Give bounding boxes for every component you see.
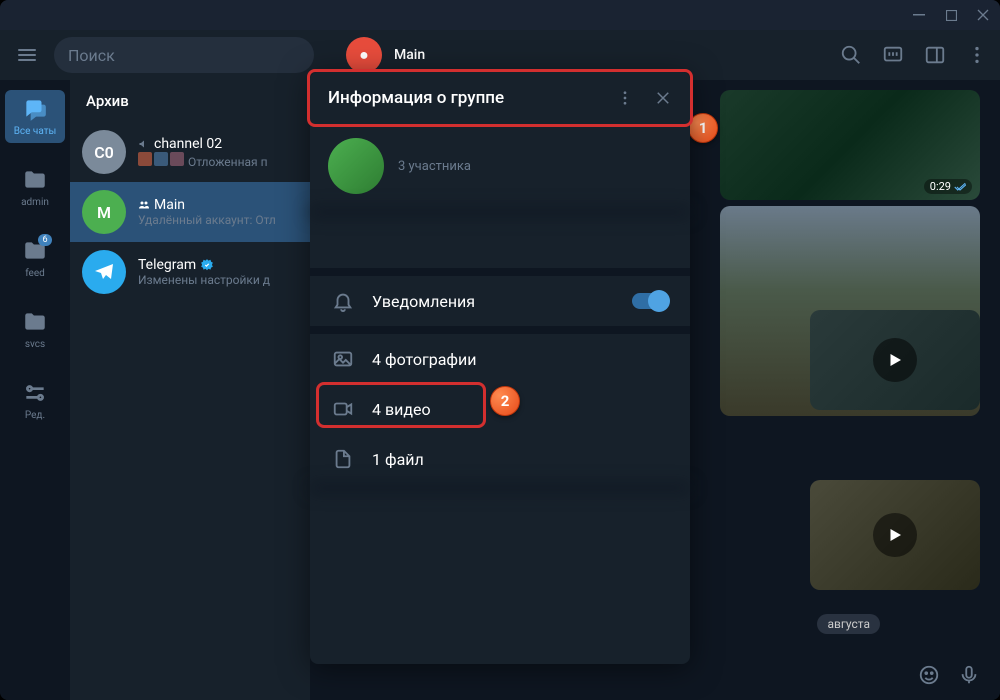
comments-icon[interactable]	[882, 44, 904, 66]
titlebar	[0, 0, 1000, 30]
modal-section-notifications: Уведомления	[310, 268, 690, 326]
chat-name: Telegram	[138, 257, 298, 273]
members-count: 3 участника	[398, 159, 471, 174]
chat-list: Архив C0 channel 02 Отложенная п M Main …	[70, 80, 310, 700]
settings-icon	[22, 380, 48, 406]
bell-icon	[332, 290, 354, 312]
app-window: Поиск ● Main Все чаты admin 6 feed	[0, 0, 1000, 700]
chat-header-title: Main	[394, 47, 425, 63]
close-icon[interactable]	[654, 89, 672, 107]
media-label: 4 фотографии	[372, 350, 477, 369]
media-photos-row[interactable]: 4 фотографии	[310, 334, 690, 384]
mic-icon[interactable]	[958, 664, 980, 686]
avatar	[82, 250, 126, 294]
group-info-modal: Информация о группе 3 участника Уведомле…	[310, 72, 690, 664]
modal-header: Информация о группе	[307, 69, 693, 127]
play-icon	[873, 513, 917, 557]
sidebar-tabs: Все чаты admin 6 feed svcs Ред.	[0, 80, 70, 700]
search-input[interactable]: Поиск	[54, 37, 314, 73]
chat-preview: Изменены настройки д	[138, 273, 298, 287]
notifications-toggle[interactable]	[632, 293, 668, 309]
media-message[interactable]	[810, 480, 980, 590]
tab-label: Ред.	[25, 410, 45, 421]
tab-label: feed	[25, 268, 45, 279]
modal-section-media: 4 фотографии 4 видео 1 файл 2	[310, 326, 690, 484]
chats-icon	[22, 96, 48, 122]
tab-svcs[interactable]: svcs	[5, 303, 65, 356]
more-icon[interactable]	[616, 89, 634, 107]
avatar: C0	[82, 130, 126, 174]
media-message[interactable]	[810, 310, 980, 410]
more-icon[interactable]	[966, 44, 988, 66]
close-button[interactable]	[976, 8, 990, 22]
megaphone-icon	[138, 138, 150, 150]
archive-header[interactable]: Архив	[70, 80, 310, 122]
modal-section-blurred-2	[310, 484, 690, 664]
search-icon[interactable]	[840, 44, 862, 66]
video-duration: 0:29	[924, 179, 972, 194]
play-icon	[873, 338, 917, 382]
chat-header[interactable]: ● Main	[326, 37, 828, 73]
chat-preview: Отложенная п	[138, 152, 298, 169]
photo-icon	[332, 348, 354, 370]
media-files-row[interactable]: 1 файл	[310, 434, 690, 484]
date-separator: августа	[817, 614, 880, 634]
verified-icon	[200, 258, 214, 272]
chat-item-telegram[interactable]: Telegram Изменены настройки д	[70, 242, 310, 302]
folder-icon	[22, 167, 48, 193]
avatar: M	[82, 190, 126, 234]
tab-label: Все чаты	[14, 126, 57, 137]
emoji-icon[interactable]	[918, 664, 940, 686]
video-icon	[332, 398, 354, 420]
media-label: 4 видео	[372, 400, 431, 419]
notifications-row[interactable]: Уведомления	[310, 276, 690, 326]
group-summary: 3 участника	[310, 124, 690, 208]
tab-all-chats[interactable]: Все чаты	[5, 90, 65, 143]
media-message[interactable]: 0:29	[720, 90, 980, 200]
sidebar-icon[interactable]	[924, 44, 946, 66]
group-avatar	[328, 138, 384, 194]
folder-icon: 6	[22, 238, 48, 264]
chat-header-avatar: ●	[346, 37, 382, 73]
media-label: 1 файл	[372, 450, 424, 469]
maximize-button[interactable]	[944, 8, 958, 22]
tab-admin[interactable]: admin	[5, 161, 65, 214]
tab-label: svcs	[25, 339, 45, 350]
tab-edit[interactable]: Ред.	[5, 374, 65, 427]
callout-2: 2	[490, 386, 520, 416]
notifications-label: Уведомления	[372, 292, 475, 311]
modal-section-blurred	[310, 208, 690, 268]
badge: 6	[38, 234, 52, 246]
tab-label: admin	[21, 197, 49, 208]
minimize-button[interactable]	[912, 8, 926, 22]
menu-button[interactable]	[12, 40, 42, 70]
chat-preview: Удалённый аккаунт: Отл	[138, 213, 298, 227]
topbar-actions	[840, 44, 988, 66]
chat-item-main[interactable]: M Main Удалённый аккаунт: Отл	[70, 182, 310, 242]
folder-icon	[22, 309, 48, 335]
tab-feed[interactable]: 6 feed	[5, 232, 65, 285]
chat-item-channel02[interactable]: C0 channel 02 Отложенная п	[70, 122, 310, 182]
chat-name: Main	[138, 197, 298, 213]
search-placeholder: Поиск	[68, 46, 115, 65]
group-icon	[138, 199, 150, 211]
file-icon	[332, 448, 354, 470]
modal-title: Информация о группе	[328, 88, 504, 108]
chat-name: channel 02	[138, 136, 298, 152]
